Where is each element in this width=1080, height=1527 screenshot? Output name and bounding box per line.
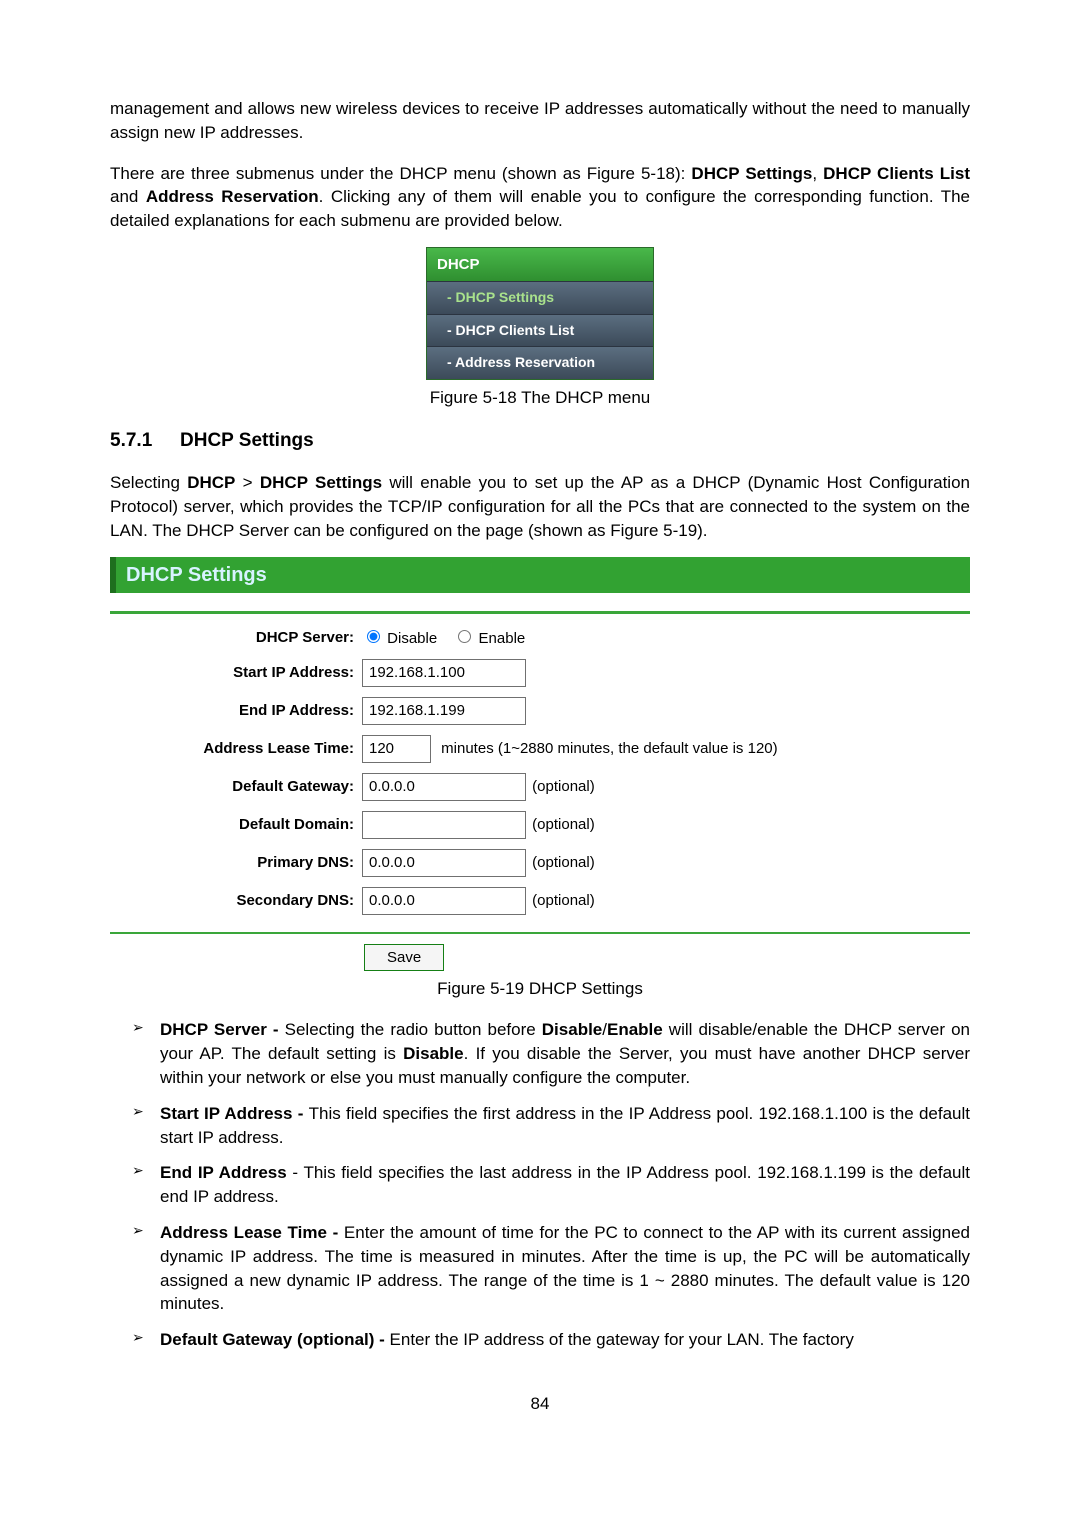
text: and [110, 187, 146, 206]
radio-disable-text: Disable [387, 630, 437, 647]
list-item: Address Lease Time - Enter the amount of… [132, 1221, 970, 1316]
divider [110, 932, 970, 934]
text-bold: Default Gateway (optional) - [160, 1330, 390, 1349]
section-paragraph: Selecting DHCP > DHCP Settings will enab… [110, 471, 970, 542]
text: > [235, 473, 259, 492]
start-ip-input[interactable] [362, 659, 526, 687]
text-bold: DHCP [187, 473, 235, 492]
dhcp-menu-header: DHCP [427, 248, 653, 281]
end-ip-input[interactable] [362, 697, 526, 725]
lease-time-input[interactable] [362, 735, 431, 763]
text: Selecting the radio button before [285, 1020, 542, 1039]
menu-item-address-reservation[interactable]: - Address Reservation [427, 346, 653, 379]
text-bold: Address Lease Time - [160, 1223, 344, 1242]
text-bold: End IP Address [160, 1163, 287, 1182]
text: - [287, 1163, 304, 1182]
section-title: DHCP Settings [180, 430, 314, 451]
text-bold: DHCP Settings [691, 164, 812, 183]
figure-5-19-caption: Figure 5-19 DHCP Settings [110, 977, 970, 1001]
radio-disable[interactable] [367, 630, 380, 643]
text: , [812, 164, 823, 183]
label-end-ip: End IP Address: [110, 692, 358, 730]
default-gateway-input[interactable] [362, 773, 526, 801]
label-default-gateway: Default Gateway: [110, 768, 358, 806]
text-bold: Enable [607, 1020, 663, 1039]
text-bold: Address Reservation [146, 187, 319, 206]
radio-enable-text: Enable [479, 630, 526, 647]
label-primary-dns: Primary DNS: [110, 844, 358, 882]
text-bold: DHCP Clients List [823, 164, 970, 183]
list-item: Default Gateway (optional) - Enter the I… [132, 1328, 970, 1352]
optional-text: (optional) [532, 854, 595, 871]
save-button[interactable]: Save [364, 944, 444, 971]
list-item: End IP Address - This field specifies th… [132, 1161, 970, 1209]
radio-enable[interactable] [458, 630, 471, 643]
label-dhcp-server: DHCP Server: [110, 622, 358, 654]
section-number: 5.7.1 [110, 428, 180, 455]
radio-disable-label[interactable]: Disable [362, 630, 441, 647]
text-bold: DHCP Settings [260, 473, 382, 492]
description-list: DHCP Server - Selecting the radio button… [110, 1018, 970, 1352]
optional-text: (optional) [532, 778, 595, 795]
panel-title: DHCP Settings [110, 557, 970, 593]
optional-text: (optional) [532, 892, 595, 909]
list-item: Start IP Address - This field specifies … [132, 1102, 970, 1150]
menu-item-dhcp-settings[interactable]: - DHCP Settings [427, 281, 653, 314]
text-bold: DHCP Server - [160, 1020, 285, 1039]
secondary-dns-input[interactable] [362, 887, 526, 915]
label-secondary-dns: Secondary DNS: [110, 882, 358, 920]
menu-item-dhcp-clients-list[interactable]: - DHCP Clients List [427, 314, 653, 347]
optional-text: (optional) [532, 816, 595, 833]
settings-form: DHCP Server: Disable Enable Start IP Add [110, 622, 970, 920]
text-bold: Start IP Address - [160, 1104, 309, 1123]
figure-5-18-caption: Figure 5-18 The DHCP menu [110, 386, 970, 410]
divider [110, 611, 970, 614]
primary-dns-input[interactable] [362, 849, 526, 877]
text: Enter the IP address of the gateway for … [390, 1330, 854, 1349]
radio-enable-label[interactable]: Enable [453, 630, 525, 647]
label-default-domain: Default Domain: [110, 806, 358, 844]
label-lease-time: Address Lease Time: [110, 730, 358, 768]
text: Selecting [110, 473, 187, 492]
default-domain-input[interactable] [362, 811, 526, 839]
list-item: DHCP Server - Selecting the radio button… [132, 1018, 970, 1089]
intro-paragraph-1: management and allows new wireless devic… [110, 97, 970, 145]
text-bold: Disable [403, 1044, 463, 1063]
dhcp-settings-panel: DHCP Settings DHCP Server: Disable Enabl… [110, 557, 970, 971]
text-bold: Disable [542, 1020, 602, 1039]
lease-time-note: minutes (1~2880 minutes, the default val… [441, 740, 777, 757]
page-number: 84 [110, 1392, 970, 1416]
intro-paragraph-2: There are three submenus under the DHCP … [110, 162, 970, 233]
section-5-7-1-heading: 5.7.1DHCP Settings [110, 428, 970, 455]
text: There are three submenus under the DHCP … [110, 164, 691, 183]
label-start-ip: Start IP Address: [110, 654, 358, 692]
dhcp-menu: DHCP - DHCP Settings - DHCP Clients List… [426, 247, 654, 380]
